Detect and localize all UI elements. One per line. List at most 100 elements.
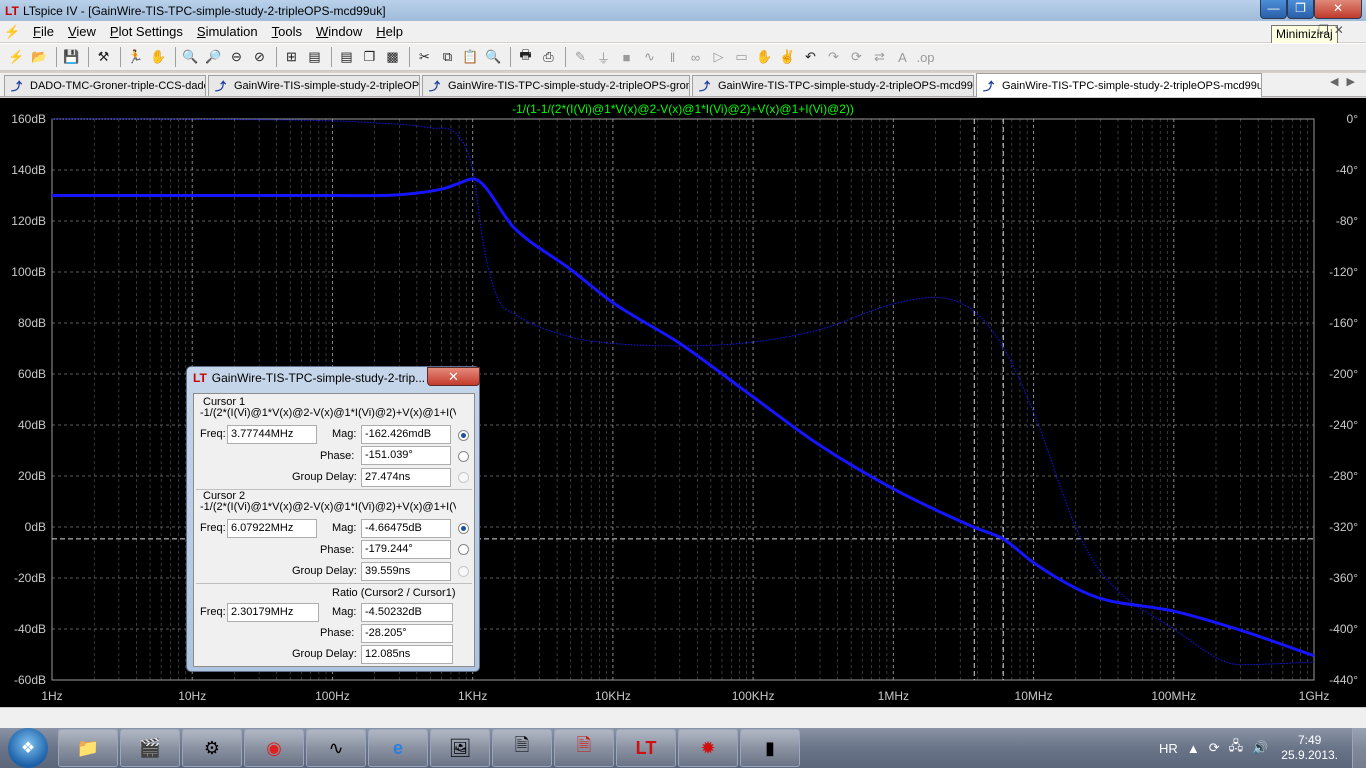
spice-directive-icon[interactable]: .op (915, 47, 936, 68)
tab-gainwire-tpc-groner[interactable]: ⤴ GainWire-TIS-TPC-simple-study-2-triple… (422, 75, 690, 96)
document-menu-icon[interactable]: ⚡ (4, 24, 22, 40)
draw-wire-icon[interactable]: ✎ (570, 47, 591, 68)
taskbar-media-center[interactable]: 🎬 (120, 729, 180, 767)
menu-file[interactable]: File (26, 21, 61, 42)
menu-view[interactable]: View (61, 21, 103, 42)
print-icon[interactable]: ⎙ (538, 47, 559, 68)
copy-icon[interactable]: ⧉ (437, 47, 458, 68)
paste-icon[interactable]: 📋 (460, 47, 481, 68)
cursor1-group-delay-radio[interactable] (458, 472, 469, 483)
undo-icon[interactable]: ↶ (800, 47, 821, 68)
volume-icon[interactable]: 🔊 (1252, 740, 1268, 756)
taskbar-word-processor[interactable]: 🗎 (492, 729, 552, 767)
ratio-group-delay-field[interactable]: 12.085ns (361, 645, 453, 664)
cursor1-phase-field[interactable]: -151.039° (361, 446, 451, 465)
menu-help[interactable]: Help (369, 21, 410, 42)
taskbar-antivirus[interactable]: ◉ (244, 729, 304, 767)
move-icon[interactable]: ✋ (754, 47, 775, 68)
resistor-icon[interactable]: ∿ (639, 47, 660, 68)
taskbar-ltspice[interactable]: LT (616, 729, 676, 767)
clock[interactable]: 7:49 25.9.2013. (1281, 733, 1338, 763)
zoom-out-icon[interactable]: ⊖ (226, 47, 247, 68)
cut-icon[interactable]: ✂ (414, 47, 435, 68)
zoom-cancel-icon[interactable]: ⊘ (249, 47, 270, 68)
tile-vertical-icon[interactable]: ▤ (304, 47, 325, 68)
find-icon[interactable]: 🔍 (483, 47, 504, 68)
cursor2-mag-field[interactable]: -4.66475dB (361, 519, 451, 538)
cursor-window-titlebar[interactable]: LT GainWire-TIS-TPC-simple-study-2-trip.… (193, 371, 425, 385)
taskbar-image-viewer[interactable]: 🖼 (430, 729, 490, 767)
new-schematic-icon[interactable]: ⚡ (6, 47, 27, 68)
inductor-icon[interactable]: ∞ (685, 47, 706, 68)
trace-expression-label[interactable]: -1/(1-1/(2*(I(Vi)@1*V(x)@2-V(x)@1*I(Vi)@… (512, 102, 854, 116)
autorange-icon[interactable]: ⊞ (281, 47, 302, 68)
zoom-in-icon[interactable]: 🔍 (180, 47, 201, 68)
ratio-mag-field[interactable]: -4.50232dB (361, 603, 453, 622)
print-preview-icon[interactable]: 🖶 (515, 47, 536, 68)
doc-restore-icon[interactable]: ❐ (1318, 23, 1329, 37)
cursor2-phase-radio[interactable] (458, 544, 469, 555)
cursor1-freq-field[interactable]: 3.77744MHz (227, 425, 317, 444)
network-icon[interactable]: 🖧 (1229, 737, 1244, 759)
open-icon[interactable]: 📂 (29, 47, 50, 68)
start-button[interactable]: ❖ (8, 728, 48, 768)
control-panel-icon[interactable]: ⚒ (93, 47, 114, 68)
taskbar-internet-explorer[interactable]: e (368, 729, 428, 767)
label-net-icon[interactable]: ■ (616, 47, 637, 68)
tab-gainwire-tpc-mcd99uk-schematic[interactable]: ⤴ GainWire-TIS-TPC-simple-study-2-triple… (692, 75, 974, 96)
cursor1-mag-radio[interactable] (458, 430, 469, 441)
save-icon[interactable]: 💾 (61, 47, 82, 68)
mirror-icon[interactable]: ⇄ (869, 47, 890, 68)
tile-horizontal-icon[interactable]: ▤ (336, 47, 357, 68)
taskbar-explorer[interactable]: 📁 (58, 729, 118, 767)
tab-dado-tmc[interactable]: ⤴ DADO-TMC-Groner-triple-CCS-dado (4, 75, 206, 96)
cursor-readout-window[interactable]: LT GainWire-TIS-TPC-simple-study-2-trip.… (186, 366, 480, 672)
taskbar-oscilloscope[interactable]: ∿ (306, 729, 366, 767)
taskbar-network-tool[interactable]: ⚙ (182, 729, 242, 767)
cursor2-freq-field[interactable]: 6.07922MHz (227, 519, 317, 538)
show-desktop-button[interactable] (1352, 728, 1366, 768)
tab-scroll-right-icon[interactable]: ▶ (1346, 75, 1354, 88)
taskbar-paint-splash[interactable]: ✹ (678, 729, 738, 767)
cursor2-group-delay-field[interactable]: 39.559ns (361, 562, 451, 581)
cascade-icon[interactable]: ❐ (359, 47, 380, 68)
ground-icon[interactable]: ⏚ (593, 47, 614, 68)
component-icon[interactable]: ▭ (731, 47, 752, 68)
cursor1-mag-field[interactable]: -162.426mdB (361, 425, 451, 444)
tab-gainwire-tpc-mcd99uk-plot[interactable]: ⤴ GainWire-TIS-TPC-simple-study-2-triple… (976, 73, 1262, 97)
cursor1-phase-radio[interactable] (458, 451, 469, 462)
tab-gainwire-tis-simple[interactable]: ⤴ GainWire-TIS-simple-study-2-tripleOPS (208, 75, 420, 96)
zoom-area-icon[interactable]: 🔎 (203, 47, 224, 68)
arrange-icon[interactable]: ▩ (382, 47, 403, 68)
taskbar-calculator[interactable]: ▮ (740, 729, 800, 767)
menu-simulation[interactable]: Simulation (190, 21, 265, 42)
maximize-button[interactable]: ❐ (1287, 0, 1314, 19)
cursor2-phase-field[interactable]: -179.244° (361, 540, 451, 559)
taskbar-pdf-reader[interactable]: 🗎 (554, 729, 614, 767)
minimize-button[interactable]: — (1260, 0, 1287, 19)
capacitor-icon[interactable]: ‖ (662, 47, 683, 68)
close-button[interactable]: ✕ (1314, 0, 1362, 19)
menu-window[interactable]: Window (309, 21, 369, 42)
menu-plot-settings[interactable]: Plot Settings (103, 21, 190, 42)
sync-icon[interactable]: ⟳ (1209, 740, 1220, 756)
rotate-icon[interactable]: ⟳ (846, 47, 867, 68)
cursor1-group-delay-field[interactable]: 27.474ns (361, 468, 451, 487)
doc-close-icon[interactable]: ✕ (1334, 23, 1344, 37)
tab-scroll-left-icon[interactable]: ◀ (1330, 75, 1338, 88)
language-indicator[interactable]: HR (1159, 741, 1178, 756)
text-icon[interactable]: A (892, 47, 913, 68)
diode-icon[interactable]: ▷ (708, 47, 729, 68)
drag-icon[interactable]: ✌ (777, 47, 798, 68)
ratio-freq-field[interactable]: 2.30179MHz (227, 603, 319, 622)
show-hidden-icons-icon[interactable]: ▲ (1187, 741, 1200, 756)
run-icon[interactable]: 🏃 (125, 47, 146, 68)
cursor2-mag-label: Mag: (332, 522, 357, 534)
halt-icon[interactable]: ✋ (148, 47, 169, 68)
redo-icon[interactable]: ↷ (823, 47, 844, 68)
menu-tools[interactable]: Tools (265, 21, 309, 42)
cursor2-group-delay-radio[interactable] (458, 566, 469, 577)
ratio-phase-field[interactable]: -28.205° (361, 624, 453, 643)
cursor-window-close-button[interactable]: ✕ (427, 367, 480, 386)
cursor2-mag-radio[interactable] (458, 523, 469, 534)
